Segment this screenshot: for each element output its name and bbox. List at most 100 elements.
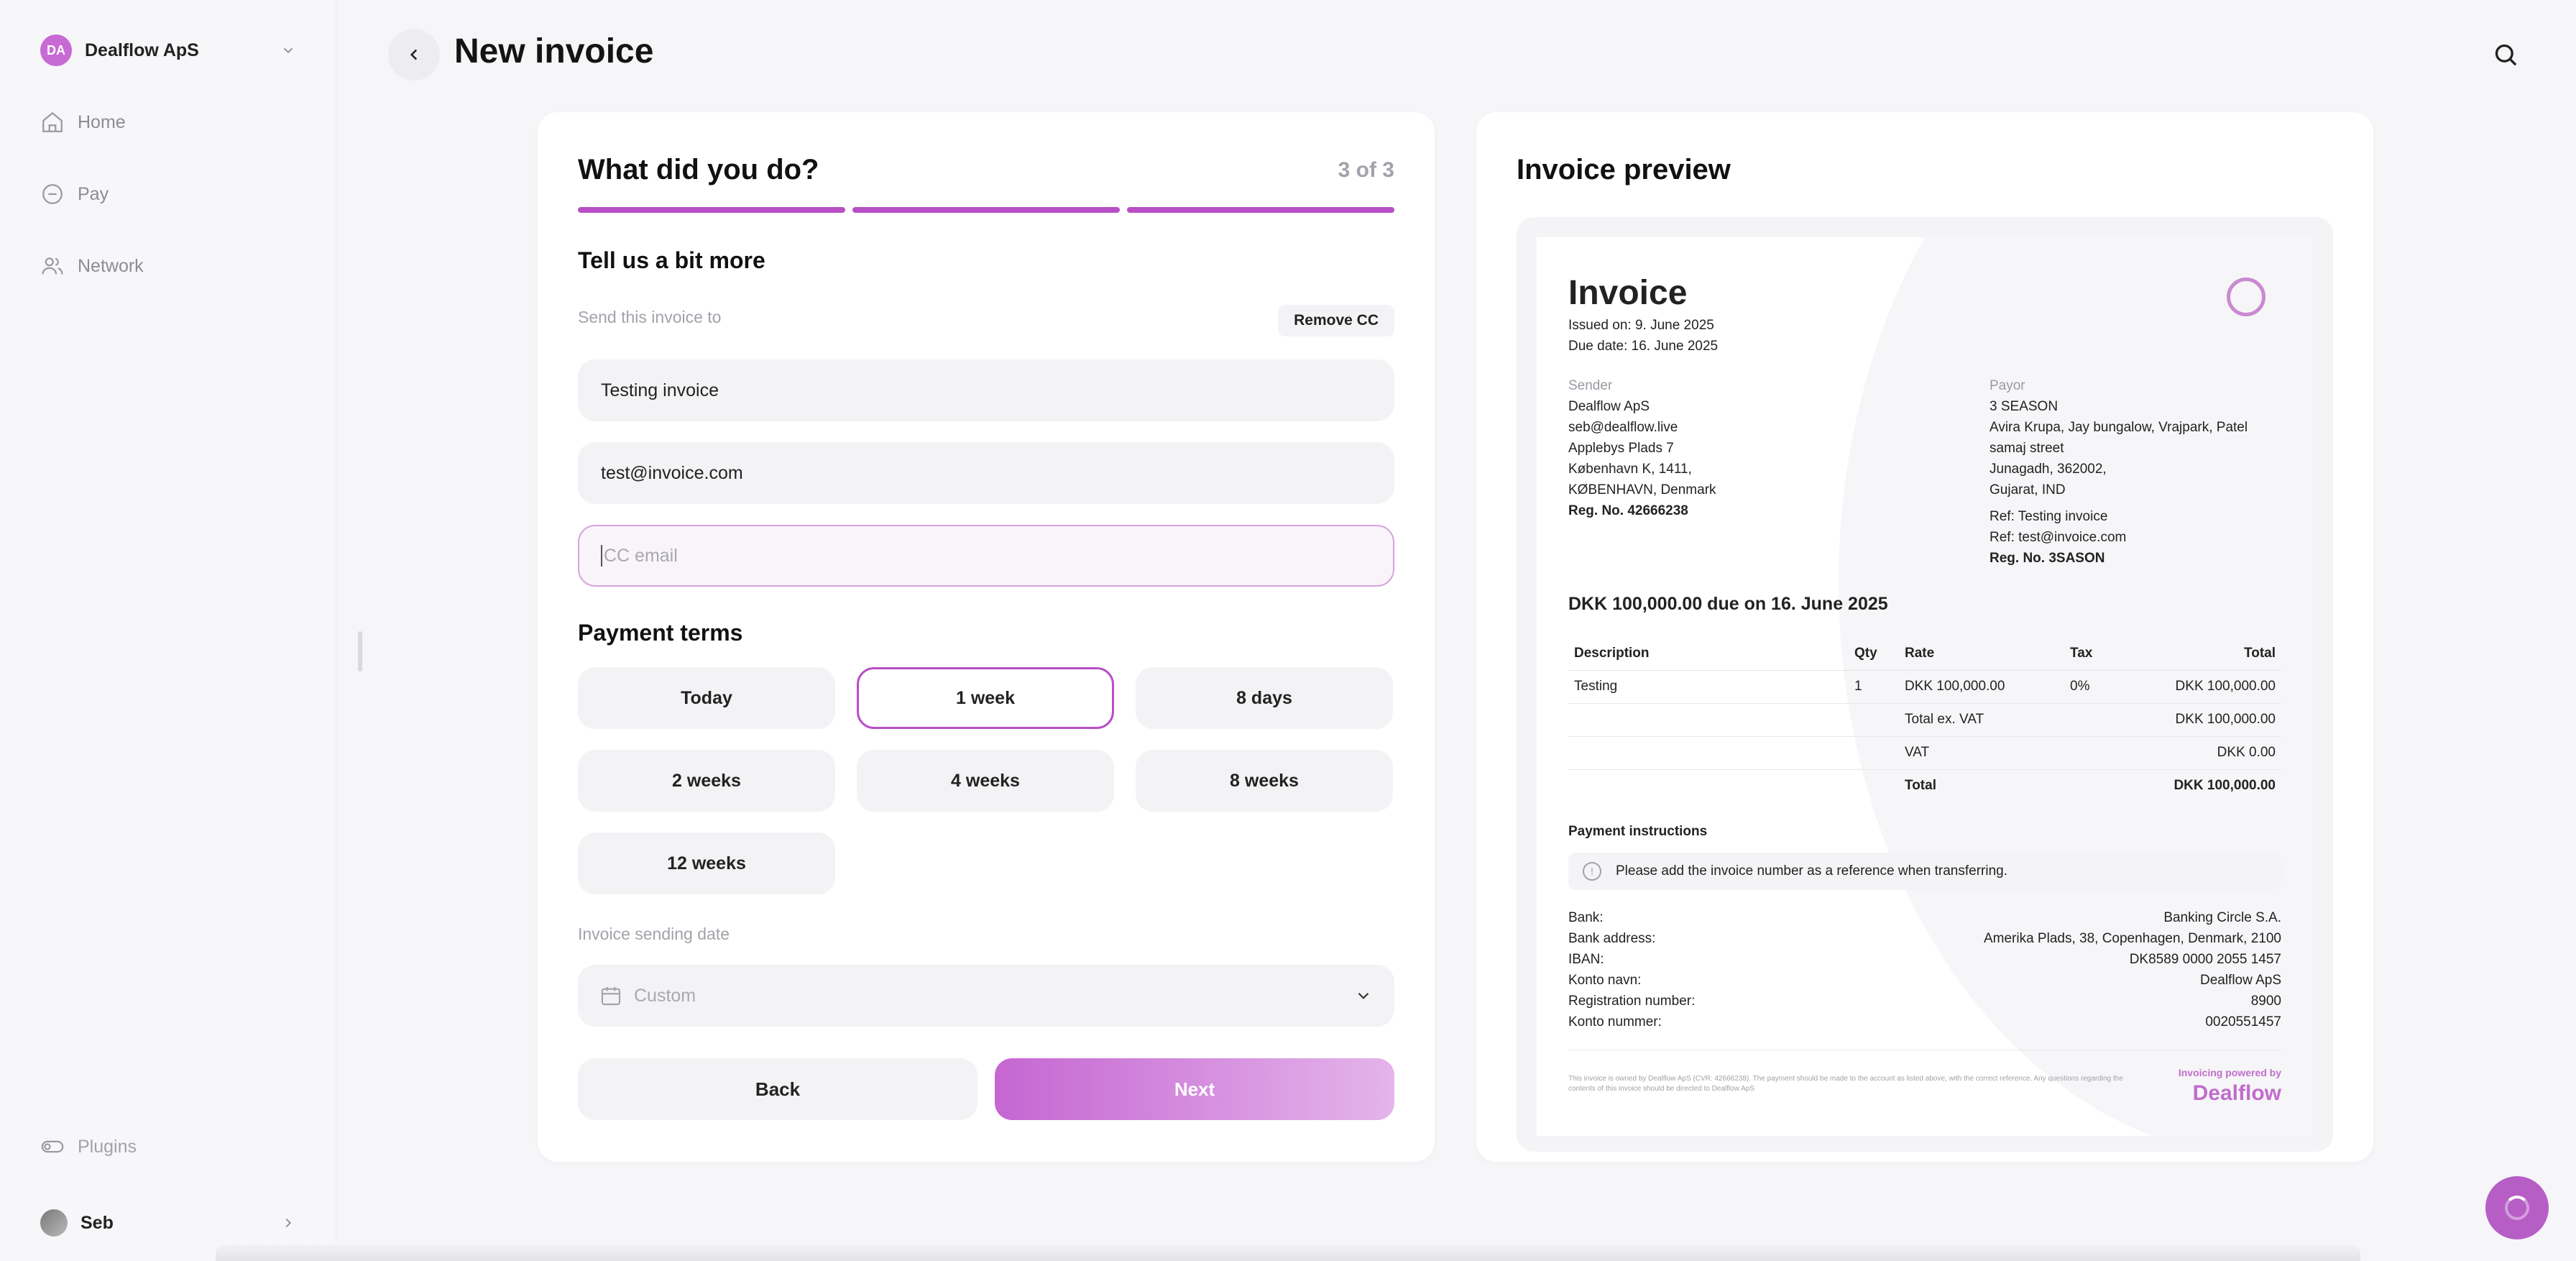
org-avatar: DA (40, 35, 72, 66)
back-button[interactable]: Back (578, 1058, 978, 1120)
term-8-days[interactable]: 8 days (1136, 667, 1393, 729)
term-8-weeks[interactable]: 8 weeks (1136, 750, 1393, 812)
text-caret (601, 545, 602, 567)
sender-line: København K, 1411, (1568, 462, 1692, 477)
calendar-icon (601, 987, 621, 1006)
summary-row: VAT DKK 0.00 (1568, 735, 2281, 769)
users-icon (42, 257, 63, 275)
payor-line: 3 SEASON (1990, 399, 2058, 414)
line-items-table: Description Qty Rate Tax Total Testing 1… (1568, 637, 2281, 802)
bank-value: Dealflow ApS (2199, 972, 2281, 988)
chevron-left-icon (410, 49, 418, 60)
term-12-weeks[interactable]: 12 weeks (578, 833, 835, 894)
minus-circle-icon (42, 184, 63, 204)
section-title: Tell us a bit more (578, 247, 765, 273)
cell-rate: DKK 100,000.00 (1905, 679, 2005, 694)
invoice-preview-frame[interactable]: Invoice Issued on: 9. June 2025 Due date… (1517, 217, 2333, 1152)
org-name: Dealflow ApS (85, 40, 199, 60)
form-title: What did you do? (578, 154, 819, 185)
cc-email-input[interactable]: CC email (578, 525, 1394, 587)
recipient-email-input[interactable]: test@invoice.com (578, 442, 1394, 504)
user-avatar (40, 1209, 68, 1237)
sidebar-item-plugins[interactable]: Plugins (40, 1134, 296, 1159)
sidebar-item-label: Pay (78, 183, 109, 204)
cell-tax: 0% (2070, 679, 2090, 694)
col-rate: Rate (1899, 637, 2064, 671)
preview-title: Invoice preview (1517, 154, 1731, 185)
payor-ref: Ref: Testing invoice (1990, 509, 2108, 524)
next-button[interactable]: Next (995, 1058, 1394, 1120)
chevron-right-icon (285, 1218, 292, 1228)
payor-line: samaj street (1990, 441, 2064, 456)
sender-label: Sender (1568, 378, 1613, 393)
col-total: Total (2136, 637, 2281, 671)
issued-date: Issued on: 9. June 2025 (1568, 318, 1714, 333)
brand-logo: Dealflow (2192, 1081, 2281, 1105)
bank-row: Registration number: 8900 (1568, 991, 2281, 1012)
sidebar-item-pay[interactable]: Pay (40, 178, 144, 210)
due-date: Due date: 16. June 2025 (1568, 339, 1719, 354)
bank-row: IBAN: DK8589 0000 2055 1457 (1568, 949, 2281, 970)
powered-by: Invoicing powered by Dealflow (2179, 1067, 2281, 1106)
header-back-button[interactable] (388, 29, 440, 81)
remove-cc-button[interactable]: Remove CC (1278, 305, 1394, 336)
summary-label: Total ex. VAT (1899, 702, 2136, 736)
term-4-weeks[interactable]: 4 weeks (857, 750, 1114, 812)
payment-notice-text: Please add the invoice number as a refer… (1616, 863, 2007, 879)
chevron-down-icon (1358, 992, 1369, 999)
payment-instructions-title: Payment instructions (1568, 824, 1708, 839)
term-2-weeks[interactable]: 2 weeks (578, 750, 835, 812)
summary-label: Total (1899, 769, 2136, 802)
sidebar-item-home[interactable]: Home (40, 106, 144, 138)
invoice-dates: Issued on: 9. June 2025 Due date: 16. Ju… (1568, 315, 1718, 357)
org-switcher[interactable]: DA Dealflow ApS (40, 35, 296, 66)
sidebar: DA Dealflow ApS Home Pay Network Plugins… (0, 0, 336, 1261)
bank-label: Registration number: (1568, 993, 1696, 1009)
info-icon: ! (1583, 862, 1601, 881)
footer-legal-text: This invoice is owned by Dealflow ApS (C… (1568, 1075, 2123, 1093)
plugins-label: Plugins (78, 1136, 137, 1157)
sidebar-resize-handle[interactable] (358, 631, 362, 671)
col-qty: Qty (1849, 637, 1899, 671)
sender-block: Sender Dealflow ApS seb@dealflow.live Ap… (1568, 375, 1716, 521)
bank-row: Konto nummer: 0020551457 (1568, 1012, 2281, 1032)
summary-value: DKK 100,000.00 (2136, 702, 2281, 736)
bank-label: Konto nummer: (1568, 1014, 1662, 1030)
bank-label: Konto navn: (1568, 972, 1642, 988)
support-chat-button[interactable] (2485, 1176, 2549, 1239)
payor-line: Avira Krupa, Jay bungalow, Vrajpark, Pat… (1990, 420, 2248, 435)
sending-date-select[interactable]: Custom (578, 965, 1394, 1027)
bank-row: Bank address: Amerika Plads, 38, Copenha… (1568, 928, 2281, 949)
bank-label: Bank address: (1568, 930, 1656, 946)
cell-description: Testing (1574, 679, 1618, 694)
bank-value: Amerika Plads, 38, Copenhagen, Denmark, … (1983, 930, 2281, 946)
payor-reg: Reg. No. 3SASON (1990, 551, 2105, 566)
sender-line: KØBENHAVN, Denmark (1568, 482, 1716, 497)
progress-segment (852, 207, 1120, 213)
term-today[interactable]: Today (578, 667, 835, 729)
col-description: Description (1568, 637, 1849, 671)
recipient-name-value: Testing invoice (601, 380, 719, 400)
search-icon[interactable] (2491, 40, 2520, 69)
sidebar-nav: Home Pay Network (40, 106, 144, 322)
progress-segment (1127, 207, 1394, 213)
term-1-week[interactable]: 1 week (857, 667, 1114, 729)
bank-value: 0020551457 (2205, 1014, 2281, 1030)
summary-value: DKK 100,000.00 (2136, 769, 2281, 802)
sidebar-item-label: Home (78, 111, 126, 132)
sender-line: Applebys Plads 7 (1568, 441, 1674, 456)
payor-line: Junagadh, 362002, (1990, 462, 2107, 477)
payment-terms-title: Payment terms (578, 620, 743, 646)
sender-line: Dealflow ApS (1568, 399, 1650, 414)
sidebar-item-label: Network (78, 255, 144, 276)
bank-value: DK8589 0000 2055 1457 (2129, 951, 2281, 967)
sidebar-item-network[interactable]: Network (40, 250, 144, 282)
home-icon (42, 111, 63, 132)
invoice-preview-card: Invoice preview Invoice Issued on: 9. Ju… (1476, 112, 2373, 1162)
sending-date-value: Custom (634, 985, 696, 1006)
send-to-label: Send this invoice to (578, 308, 722, 326)
user-menu[interactable]: Seb (40, 1209, 296, 1237)
payor-label: Payor (1990, 378, 2025, 393)
recipient-name-input[interactable]: Testing invoice (578, 359, 1394, 421)
bank-row: Bank: Banking Circle S.A. (1568, 907, 2281, 928)
